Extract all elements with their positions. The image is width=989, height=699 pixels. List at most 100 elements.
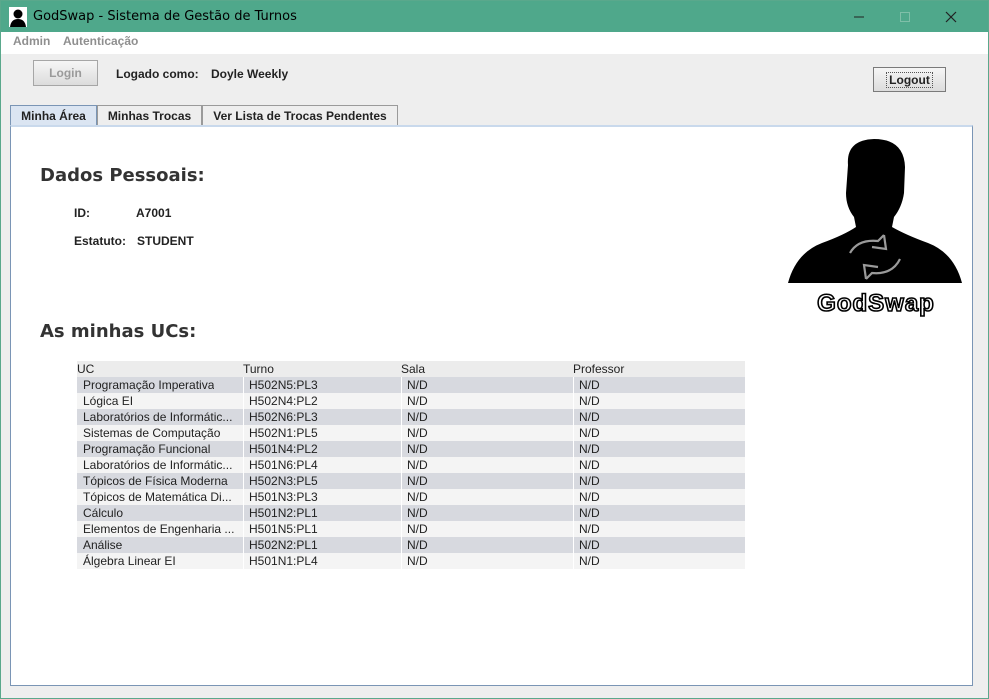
cell-sala: N/D [407, 458, 428, 472]
cell-sala: N/D [407, 490, 428, 504]
table-row[interactable]: Lógica EI H502N4:PL2 N/D N/D [77, 393, 745, 409]
table-row[interactable]: Tópicos de Física Moderna H502N3:PL5 N/D N/… [77, 473, 745, 489]
cell-sala: N/D [407, 506, 428, 520]
cell-sala: N/D [407, 538, 428, 552]
tab-minhas-trocas[interactable]: Minhas Trocas [97, 105, 202, 125]
table-row[interactable]: Sistemas de Computação H502N1:PL5 N/D N/D [77, 425, 745, 441]
column-separator [401, 553, 402, 569]
column-separator [243, 521, 244, 537]
ucs-table[interactable]: UC Turno Sala Professor Programação Impe… [77, 361, 745, 569]
table-row[interactable]: Laboratórios de Informátic... H501N6:PL4 N… [77, 457, 745, 473]
table-row[interactable]: Laboratórios de Informátic... H502N6:PL3 N… [77, 409, 745, 425]
column-separator [401, 425, 402, 441]
personal-data-heading: Dados Pessoais: [40, 165, 205, 186]
column-separator [243, 457, 244, 473]
column-separator [243, 425, 244, 441]
column-separator [573, 409, 574, 425]
column-header-uc[interactable]: UC [77, 362, 94, 376]
cell-uc: Análise [83, 538, 123, 552]
table-row[interactable]: Programação Funcional H501N4:PL2 N/D N/D [77, 441, 745, 457]
column-separator [573, 489, 574, 505]
table-row[interactable]: Álgebra Linear EI H501N1:PL4 N/D N/D [77, 553, 745, 569]
column-separator [243, 537, 244, 553]
cell-professor: N/D [579, 378, 600, 392]
column-separator [401, 457, 402, 473]
minimize-icon [854, 16, 864, 17]
cell-professor: N/D [579, 474, 600, 488]
close-button[interactable] [928, 1, 974, 32]
maximize-button[interactable] [882, 1, 928, 32]
menu-autenticacao[interactable]: Autenticação [63, 34, 138, 48]
window-title: GodSwap - Sistema de Gestão de Turnos [33, 9, 297, 24]
logo-text: GodSwap [817, 290, 935, 317]
column-header-sala[interactable]: Sala [401, 362, 425, 376]
cell-sala: N/D [407, 378, 428, 392]
column-separator [243, 393, 244, 409]
cell-professor: N/D [579, 394, 600, 408]
column-separator [243, 505, 244, 521]
cell-sala: N/D [407, 442, 428, 456]
cell-uc: Laboratórios de Informátic... [83, 410, 233, 424]
user-name: Doyle Weekly [211, 67, 289, 81]
login-button[interactable]: Login [33, 60, 98, 86]
column-separator [573, 521, 574, 537]
cell-turno: H502N1:PL5 [249, 426, 318, 440]
table-row[interactable]: Programação Imperativa H502N5:PL3 N/D N/D [77, 377, 745, 393]
logout-button[interactable]: Logout [873, 67, 946, 92]
cell-sala: N/D [407, 410, 428, 424]
cell-turno: H502N4:PL2 [249, 394, 318, 408]
column-separator [243, 409, 244, 425]
table-body: Programação Imperativa H502N5:PL3 N/D N/D Ló… [77, 377, 745, 569]
tab-trocas-pendentes[interactable]: Ver Lista de Trocas Pendentes [202, 105, 398, 125]
column-separator [573, 473, 574, 489]
column-separator [573, 505, 574, 521]
cell-turno: H502N3:PL5 [249, 474, 318, 488]
column-header-professor[interactable]: Professor [573, 362, 624, 376]
maximize-icon [900, 11, 910, 22]
status-value: STUDENT [137, 234, 194, 248]
cell-uc: Álgebra Linear EI [83, 554, 176, 568]
cell-sala: N/D [407, 522, 428, 536]
column-header-turno[interactable]: Turno [243, 362, 274, 376]
app-window: GodSwap - Sistema de Gestão de Turnos Ad… [0, 0, 989, 699]
menu-admin[interactable]: Admin [13, 34, 50, 48]
cell-professor: N/D [579, 442, 600, 456]
column-separator [401, 473, 402, 489]
cell-uc: Programação Imperativa [83, 378, 215, 392]
column-separator [243, 553, 244, 569]
column-separator [401, 393, 402, 409]
column-separator [243, 377, 244, 393]
table-row[interactable]: Tópicos de Matemática Di... H501N3:PL3 N/D… [77, 489, 745, 505]
status-label: Estatuto: [74, 234, 126, 248]
cell-uc: Laboratórios de Informátic... [83, 458, 233, 472]
cell-sala: N/D [407, 554, 428, 568]
cell-uc: Lógica EI [83, 394, 134, 408]
column-separator [243, 473, 244, 489]
column-separator [401, 537, 402, 553]
table-row[interactable]: Elementos de Engenharia ... H501N5:PL1 N/D… [77, 521, 745, 537]
tab-minha-area[interactable]: Minha Área [10, 105, 97, 126]
id-label: ID: [74, 206, 90, 220]
cell-turno: H501N4:PL2 [249, 442, 318, 456]
logout-label: Logout [886, 71, 933, 88]
title-bar[interactable]: GodSwap - Sistema de Gestão de Turnos [1, 1, 988, 32]
cell-professor: N/D [579, 554, 600, 568]
column-separator [573, 457, 574, 473]
cell-professor: N/D [579, 522, 600, 536]
user-silhouette-icon [9, 7, 27, 27]
cell-uc: Programação Funcional [83, 442, 211, 456]
column-separator [401, 409, 402, 425]
column-separator [243, 441, 244, 457]
minimize-button[interactable] [836, 1, 882, 32]
cell-turno: H501N3:PL3 [249, 490, 318, 504]
cell-turno: H502N2:PL1 [249, 538, 318, 552]
cell-uc: Sistemas de Computação [83, 426, 221, 440]
cell-sala: N/D [407, 426, 428, 440]
table-row[interactable]: Cálculo H501N2:PL1 N/D N/D [77, 505, 745, 521]
cell-sala: N/D [407, 474, 428, 488]
table-row[interactable]: Análise H502N2:PL1 N/D N/D [77, 537, 745, 553]
column-separator [243, 489, 244, 505]
cell-sala: N/D [407, 394, 428, 408]
cell-uc: Cálculo [83, 506, 124, 520]
cell-professor: N/D [579, 426, 600, 440]
